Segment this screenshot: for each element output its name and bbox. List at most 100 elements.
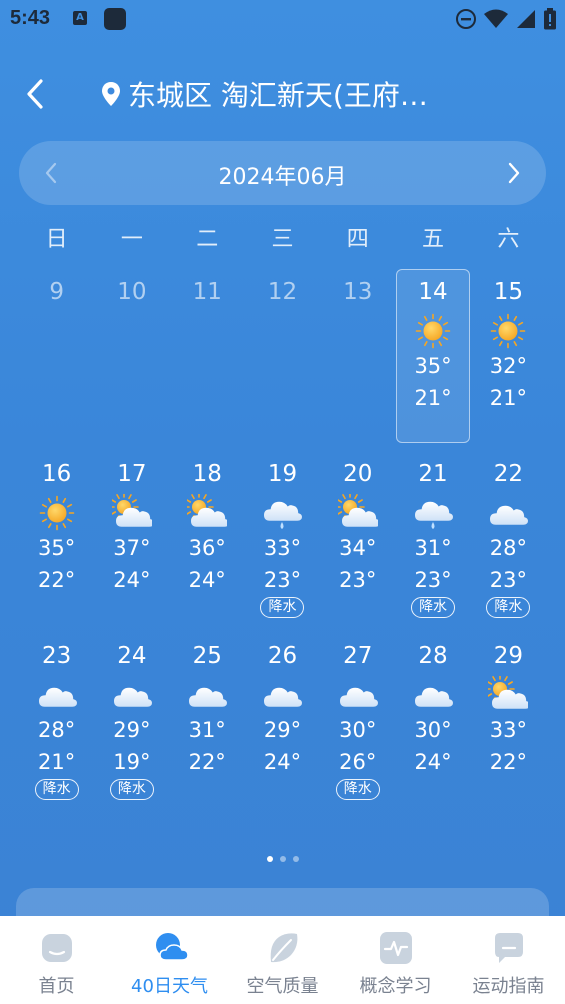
temp-high: 30°	[414, 718, 452, 742]
weekday-label: 一	[120, 227, 143, 252]
temp-low: 24°	[263, 750, 302, 774]
weekday-label: 三	[271, 227, 294, 252]
temp-low: 22°	[188, 750, 226, 774]
day-cell[interactable]: 28 30° 24°	[395, 632, 470, 814]
day-number: 28	[418, 643, 448, 669]
precipitation-badge: 降水	[411, 597, 456, 618]
day-number: 29	[493, 643, 523, 669]
page-indicator	[0, 856, 565, 862]
wifi-icon	[484, 9, 508, 28]
temp-high: 28°	[489, 536, 527, 560]
day-cell[interactable]: 21 31° 23° 降水	[395, 450, 470, 632]
day-cell[interactable]: 18 36° 24°	[170, 450, 245, 632]
home-face-icon	[39, 930, 75, 966]
nav-item-home-face[interactable]: 首页	[0, 916, 113, 1004]
bottom-navigation: 首页 40日天气 空气质量 概念学习 运动指南	[0, 916, 565, 1004]
weekday-label: 六	[497, 227, 520, 252]
page-dot	[266, 856, 273, 862]
nav-item-chat-bubble[interactable]: 运动指南	[452, 916, 565, 1004]
day-number: 12	[267, 279, 298, 305]
weekday-label: 四	[346, 227, 369, 252]
day-cell[interactable]: 23 28° 21° 降水	[19, 632, 94, 814]
precipitation-badge: 降水	[34, 779, 79, 800]
nav-label: 空气质量	[246, 976, 319, 997]
temp-high: 35°	[414, 354, 452, 378]
day-number: 14	[418, 279, 448, 305]
weekday-header: 日 一 二 三 四 五 六	[19, 222, 546, 258]
day-cell[interactable]: 13	[320, 268, 395, 450]
day-cell[interactable]: 11	[170, 268, 245, 450]
precipitation-badge: 降水	[486, 597, 531, 618]
cloudy-icon	[112, 676, 152, 714]
day-number: 11	[192, 279, 222, 305]
day-cell[interactable]: 26 29° 24°	[245, 632, 320, 814]
day-cell[interactable]: 25 31° 22°	[170, 632, 245, 814]
temp-high: 34°	[339, 536, 377, 560]
day-cell[interactable]: 17 37° 24°	[94, 450, 169, 632]
day-cell[interactable]: 22 28° 23° 降水	[471, 450, 546, 632]
cloudy-icon	[187, 676, 228, 714]
sunny-icon	[413, 312, 453, 350]
cloudy-icon	[37, 676, 77, 714]
day-cell[interactable]: 27 30° 26° 降水	[320, 632, 395, 814]
precipitation-badge: 降水	[109, 779, 154, 800]
temp-low: 23°	[414, 568, 452, 592]
nav-label: 概念学习	[359, 976, 432, 997]
month-navigator: 2024年06月	[19, 141, 546, 205]
map-pin-icon	[102, 82, 120, 106]
day-cell[interactable]: 15 32° 21°	[471, 268, 546, 450]
temp-low: 23°	[263, 568, 302, 592]
day-number: 27	[343, 643, 373, 669]
nav-item-pulse[interactable]: 概念学习	[339, 916, 452, 1004]
day-cell-selected[interactable]: 14 35° 21°	[395, 268, 471, 450]
chat-bubble-icon	[491, 930, 527, 966]
temp-high: 35°	[38, 536, 76, 560]
do-not-disturb-icon	[456, 9, 476, 29]
day-number: 26	[267, 643, 298, 669]
weekday-label: 五	[422, 227, 445, 252]
temp-high: 31°	[414, 536, 452, 560]
day-number: 18	[192, 461, 222, 487]
day-number: 16	[42, 461, 72, 487]
back-button[interactable]	[20, 76, 50, 112]
location-header[interactable]: 东城区 淘汇新天(王府…	[100, 74, 428, 114]
day-cell[interactable]: 12	[245, 268, 320, 450]
day-cell[interactable]: 19 33° 23° 降水	[245, 450, 320, 632]
weekday-label: 二	[196, 227, 219, 252]
temp-low: 23°	[489, 568, 527, 592]
day-cell[interactable]: 24 29° 19° 降水	[94, 632, 169, 814]
temp-high: 28°	[38, 718, 76, 742]
weather-cloud-icon	[152, 930, 189, 966]
day-number: 24	[117, 643, 147, 669]
nav-label: 首页	[38, 976, 75, 997]
app-square-icon	[104, 8, 126, 30]
day-number: 9	[49, 279, 64, 305]
next-month-button[interactable]	[494, 153, 534, 193]
location-name: 东城区 淘汇新天(王府…	[128, 79, 428, 112]
temp-high: 30°	[339, 718, 377, 742]
nav-item-leaf[interactable]: 空气质量	[226, 916, 339, 1004]
day-number: 15	[493, 279, 523, 305]
day-cell[interactable]: 9	[19, 268, 94, 450]
cloudy-icon	[262, 676, 303, 714]
temp-low: 21°	[414, 386, 452, 410]
day-cell[interactable]: 29 33° 22°	[471, 632, 546, 814]
day-number: 20	[343, 461, 373, 487]
day-cell[interactable]: 16 35° 22°	[19, 450, 94, 632]
day-number: 21	[418, 461, 448, 487]
precipitation-badge: 降水	[335, 779, 380, 800]
partly-cloudy-icon	[109, 492, 154, 532]
status-icons	[455, 8, 557, 30]
day-cell[interactable]: 20 34° 23°	[320, 450, 395, 632]
notification-a-icon: A	[73, 11, 87, 25]
battery-icon	[544, 8, 556, 30]
month-title: 2024年06月	[218, 165, 347, 190]
pulse-icon	[378, 930, 414, 966]
precipitation-badge: 降水	[260, 597, 305, 618]
temp-low: 22°	[489, 750, 527, 774]
cloudy-icon	[488, 494, 529, 532]
nav-item-weather-cloud[interactable]: 40日天气	[113, 916, 226, 1004]
day-number: 22	[493, 461, 523, 487]
temp-low: 23°	[339, 568, 377, 592]
day-cell[interactable]: 10	[94, 268, 169, 450]
